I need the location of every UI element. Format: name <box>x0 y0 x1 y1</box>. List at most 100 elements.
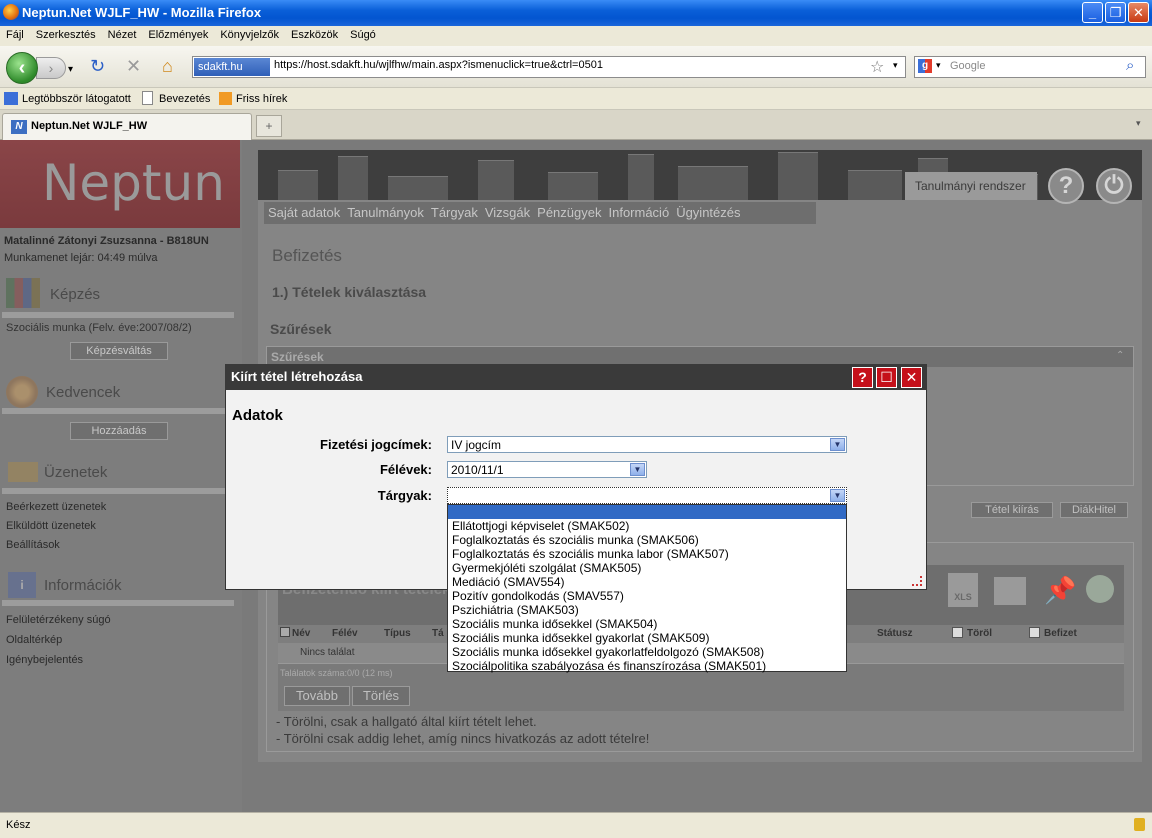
google-icon[interactable]: g <box>918 59 932 73</box>
magnifier-icon[interactable] <box>1086 575 1114 603</box>
back-button[interactable]: ‹ <box>6 52 38 84</box>
bookmark-most-visited[interactable]: Legtöbbször látogatott <box>22 93 131 105</box>
menu-sajat-adatok[interactable]: Saját adatok <box>264 202 343 220</box>
menu-view[interactable]: Nézet <box>102 26 143 41</box>
menu-help[interactable]: Súgó <box>344 26 382 41</box>
sidebar-item-settings[interactable]: Beállítások <box>6 539 60 551</box>
tovabb-button[interactable]: Tovább <box>284 686 350 706</box>
search-placeholder: Google <box>950 60 986 72</box>
xls-export-icon[interactable]: XLS <box>948 573 978 607</box>
option-empty[interactable] <box>448 505 846 519</box>
bookmark-star-icon[interactable]: ☆ <box>870 57 884 77</box>
site-identity-badge[interactable]: sdakft.hu <box>194 58 270 76</box>
kepzes-item[interactable]: Szociális munka (Felv. éve:2007/08/2) <box>6 322 192 334</box>
url-dropdown-icon[interactable]: ▾ <box>893 60 898 71</box>
tab-neptun[interactable]: N Neptun.Net WJLF_HW <box>2 113 252 140</box>
info-icon: i <box>8 572 36 598</box>
search-box[interactable] <box>914 56 1146 78</box>
pin-icon[interactable]: 📌 <box>1044 575 1076 606</box>
sidebar-item-request[interactable]: Igénybejelentés <box>6 654 83 666</box>
page-icon <box>142 91 153 105</box>
section-kepzes: Képzés <box>50 286 101 303</box>
col-felev[interactable]: Félév <box>332 628 358 639</box>
option-item[interactable]: Foglalkoztatás és szociális munka labor … <box>448 547 846 561</box>
resize-grip-icon[interactable] <box>912 576 922 586</box>
hozzaadas-button[interactable]: Hozzáadás <box>70 422 168 440</box>
option-item[interactable]: Szociális munka idősekkel gyakorlat (SMA… <box>448 631 846 645</box>
targy-select[interactable]: ▼ <box>447 487 847 504</box>
col-torol: Töröl <box>967 628 992 639</box>
window-titlebar: Neptun.Net WJLF_HW - Mozilla Firefox _ ❐… <box>0 0 1152 26</box>
lock-icon[interactable] <box>1134 818 1145 831</box>
tetel-kiiras-button[interactable]: Tétel kiírás <box>971 502 1053 518</box>
col-ta[interactable]: Tá <box>432 628 444 639</box>
tanulmanyi-rendszer-tab[interactable]: Tanulmányi rendszer <box>905 172 1037 200</box>
col-nev[interactable]: Név <box>292 628 310 639</box>
sidebar-item-sitemap[interactable]: Oldaltérkép <box>6 634 62 646</box>
checkbox-befizet-all[interactable] <box>1029 627 1040 638</box>
print-icon[interactable] <box>994 577 1026 605</box>
checkbox-torol-all[interactable] <box>952 627 963 638</box>
search-icon[interactable]: ⌕ <box>1126 57 1134 74</box>
diakhitel-button[interactable]: DiákHitel <box>1060 502 1128 518</box>
sidebar-item-sent[interactable]: Elküldött üzenetek <box>6 520 96 532</box>
history-dropdown-icon[interactable]: ▾ <box>68 60 73 80</box>
option-item[interactable]: Pozitív gondolkodás (SMAV557) <box>448 589 846 603</box>
page-title: Befizetés <box>272 246 342 265</box>
felev-select[interactable]: 2010/11/1 ▼ <box>447 461 647 478</box>
home-icon[interactable]: ⌂ <box>162 56 173 76</box>
option-item[interactable]: Gyermekjóléti szolgálat (SMAK505) <box>448 561 846 575</box>
collapse-all-icon[interactable] <box>280 627 290 637</box>
menu-tools[interactable]: Eszközök <box>285 26 344 41</box>
chevron-down-icon[interactable]: ▼ <box>830 489 845 502</box>
menu-penzugyek[interactable]: Pénzügyek <box>533 202 604 220</box>
envelope-icon <box>8 462 38 482</box>
new-tab-button[interactable]: + <box>256 115 282 137</box>
chevron-down-icon[interactable]: ▼ <box>630 463 645 476</box>
search-engine-dropdown-icon[interactable]: ▾ <box>936 60 941 71</box>
kepzesvaltas-button[interactable]: Képzésváltás <box>70 342 168 360</box>
option-item[interactable]: Pszichiátria (SMAK503) <box>448 603 846 617</box>
dialog-help-button[interactable]: ? <box>852 367 873 388</box>
menu-file[interactable]: Fájl <box>0 26 30 41</box>
power-icon[interactable]: ⏻ <box>1096 168 1132 204</box>
restore-button[interactable]: ❐ <box>1105 2 1126 23</box>
menu-vizsgak[interactable]: Vizsgák <box>481 202 533 220</box>
chevron-down-icon[interactable]: ▼ <box>830 438 845 451</box>
url-text[interactable]: https://host.sdakft.hu/wjlfhw/main.aspx?… <box>274 59 603 71</box>
jogcim-select[interactable]: IV jogcím ▼ <box>447 436 847 453</box>
option-item[interactable]: Mediáció (SMAV554) <box>448 575 846 589</box>
option-item[interactable]: Szociális munka idősekkel gyakorlatfeldo… <box>448 645 846 659</box>
menu-targyak[interactable]: Tárgyak <box>427 202 481 220</box>
option-item[interactable]: Ellátottjogi képviselet (SMAK502) <box>448 519 846 533</box>
col-statusz[interactable]: Státusz <box>877 628 913 639</box>
dialog-close-button[interactable]: ✕ <box>901 367 922 388</box>
option-item[interactable]: Szociális munka idősekkel (SMAK504) <box>448 617 846 631</box>
option-item[interactable]: Szociálpolitika szabályozása és finanszí… <box>448 659 846 673</box>
sidebar-item-inbox[interactable]: Beérkezett üzenetek <box>6 501 106 513</box>
option-item[interactable]: Foglalkoztatás és szociális munka (SMAK5… <box>448 533 846 547</box>
menu-informacio[interactable]: Információ <box>604 202 672 220</box>
help-icon[interactable]: ? <box>1048 168 1084 204</box>
sidebar-item-help[interactable]: Felületérzékeny súgó <box>6 614 111 626</box>
bookmark-news[interactable]: Friss hírek <box>236 93 287 105</box>
col-tipus[interactable]: Típus <box>384 628 411 639</box>
minimize-button[interactable]: _ <box>1082 2 1103 23</box>
status-text: Kész <box>6 819 31 831</box>
collapse-icon[interactable]: ⌃ <box>1116 350 1124 361</box>
close-button[interactable]: ✕ <box>1128 2 1149 23</box>
bookmark-intro[interactable]: Bevezetés <box>159 93 210 105</box>
menu-edit[interactable]: Szerkesztés <box>30 26 102 41</box>
forward-button[interactable]: › <box>36 57 66 79</box>
menu-ugyintezes[interactable]: Ügyintézés <box>672 202 743 220</box>
reload-icon[interactable]: ↻ <box>90 56 105 76</box>
dialog-maximize-button[interactable]: ☐ <box>876 367 897 388</box>
menu-tanulmanyok[interactable]: Tanulmányok <box>343 202 427 220</box>
menu-history[interactable]: Előzmények <box>142 26 214 41</box>
flower-icon <box>6 376 38 408</box>
torles-button[interactable]: Törlés <box>352 686 410 706</box>
menu-bookmarks[interactable]: Könyvjelzők <box>214 26 285 41</box>
tab-list-icon[interactable]: ▾ <box>1136 118 1141 129</box>
stop-icon[interactable]: ✕ <box>126 56 141 76</box>
grid-count: Találatok száma:0/0 (12 ms) <box>280 668 393 678</box>
